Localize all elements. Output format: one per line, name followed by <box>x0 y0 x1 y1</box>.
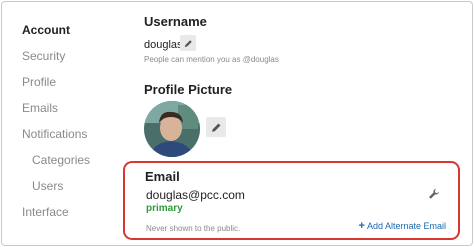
sidebar-item-interface[interactable]: Interface <box>22 205 69 219</box>
primary-badge: primary <box>146 203 183 214</box>
sidebar-item-security[interactable]: Security <box>22 49 65 63</box>
profile-picture-heading: Profile Picture <box>144 82 233 97</box>
username-heading: Username <box>144 14 207 29</box>
avatar-photo <box>144 101 200 157</box>
wrench-icon[interactable] <box>428 188 440 200</box>
email-value: douglas@pcc.com <box>146 188 245 202</box>
avatar[interactable] <box>144 101 200 157</box>
sidebar-item-profile[interactable]: Profile <box>22 75 56 89</box>
preferences-panel: Account Security Profile Emails Notifica… <box>1 1 473 246</box>
add-alternate-email-button[interactable]: + Add Alternate Email <box>359 220 446 232</box>
sidebar-item-categories[interactable]: Categories <box>32 153 90 167</box>
edit-avatar-button[interactable] <box>206 117 226 137</box>
account-settings: Username douglas People can mention you … <box>123 2 472 245</box>
email-heading: Email <box>145 169 180 184</box>
sidebar-item-notifications[interactable]: Notifications <box>22 127 87 141</box>
sidebar-item-account[interactable]: Account <box>22 23 70 37</box>
username-value: douglas <box>144 39 183 51</box>
sidebar-nav: Account Security Profile Emails Notifica… <box>2 2 132 245</box>
sidebar-item-users[interactable]: Users <box>32 179 63 193</box>
add-alternate-email-label: Add Alternate Email <box>366 221 446 231</box>
plus-icon: + <box>358 220 365 232</box>
username-hint: People can mention you as @douglas <box>144 55 279 64</box>
pencil-icon <box>184 39 192 47</box>
sidebar-item-emails[interactable]: Emails <box>22 101 58 115</box>
email-hint: Never shown to the public. <box>146 224 241 233</box>
pencil-icon <box>211 123 220 132</box>
email-section: Email douglas@pcc.com primary Never show… <box>123 161 460 240</box>
edit-username-button[interactable] <box>180 35 196 51</box>
